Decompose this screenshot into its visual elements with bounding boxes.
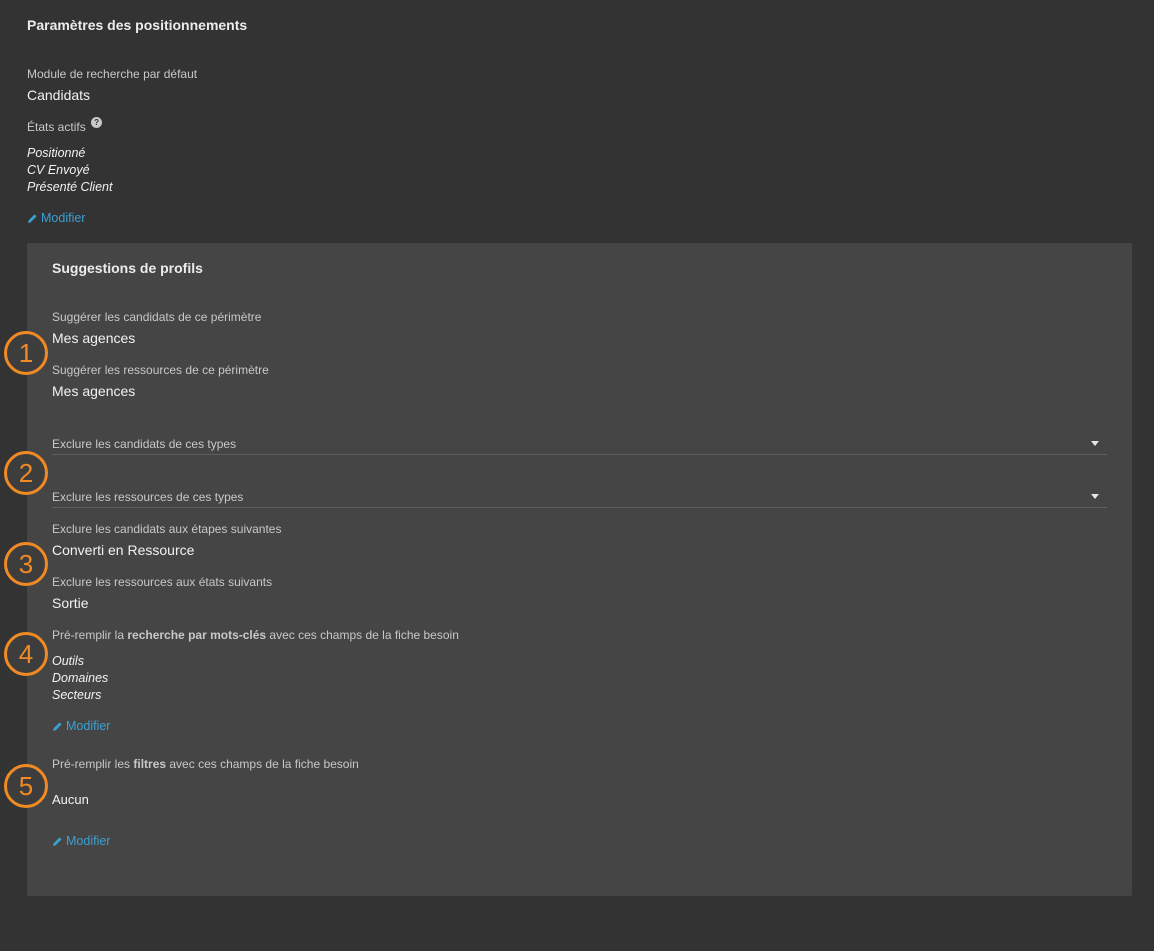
pencil-icon — [28, 213, 37, 223]
chevron-down-icon — [1091, 441, 1099, 446]
list-item: Domaines — [52, 671, 109, 685]
pencil-icon — [53, 721, 62, 731]
select-placeholder: Exclure les candidats de ces types — [52, 437, 237, 451]
keywords-prefill-label: Pré-remplir la recherche par mots-clés a… — [52, 628, 459, 642]
modify-keywords-button[interactable]: Modifier — [52, 719, 110, 733]
list-item: Outils — [52, 654, 84, 668]
filters-value: Aucun — [52, 792, 89, 807]
filters-label-post: avec ces champs de la fiche besoin — [166, 757, 359, 771]
active-states-list: Positionné CV Envoyé Présenté Client — [27, 145, 112, 196]
active-states-label-text: États actifs — [27, 120, 86, 134]
select-underline — [52, 507, 1107, 508]
exclude-candidate-steps-value: Converti en Ressource — [52, 542, 195, 558]
annotation-badge-1: 1 — [4, 331, 48, 375]
help-icon[interactable]: ? — [91, 117, 103, 128]
annotation-badge-4: 4 — [4, 632, 48, 676]
select-underline — [52, 454, 1107, 455]
select-placeholder: Exclure les ressources de ces types — [52, 490, 244, 504]
list-item: Présenté Client — [27, 180, 113, 194]
modify-label: Modifier — [41, 211, 86, 225]
annotation-badge-2: 2 — [4, 451, 48, 495]
exclude-resource-states-value: Sortie — [52, 595, 89, 611]
modify-label: Modifier — [66, 834, 111, 848]
section-title: Paramètres des positionnements — [27, 17, 248, 33]
exclude-candidate-steps-label: Exclure les candidats aux étapes suivant… — [52, 522, 282, 536]
default-module-label: Module de recherche par défaut — [27, 67, 198, 81]
list-item: CV Envoyé — [27, 163, 90, 177]
pencil-icon — [53, 836, 62, 846]
chevron-down-icon — [1091, 494, 1099, 499]
active-states-label: États actifs ? — [27, 117, 103, 134]
keywords-label-bold: recherche par mots-clés — [127, 628, 267, 642]
modify-filters-button[interactable]: Modifier — [52, 834, 110, 848]
keywords-fields-list: Outils Domaines Secteurs — [52, 653, 108, 704]
exclude-candidate-types-select[interactable]: Exclure les candidats de ces types — [52, 437, 1107, 455]
filters-prefill-label: Pré-remplir les filtres avec ces champs … — [52, 757, 359, 771]
filters-label-bold: filtres — [133, 757, 167, 771]
list-item: Positionné — [27, 146, 86, 160]
resources-scope-label: Suggérer les ressources de ce périmètre — [52, 363, 269, 377]
exclude-resource-types-select[interactable]: Exclure les ressources de ces types — [52, 490, 1107, 508]
resources-scope-value: Mes agences — [52, 383, 136, 399]
exclude-resource-states-label: Exclure les ressources aux états suivant… — [52, 575, 273, 589]
filters-label-pre: Pré-remplir les — [52, 757, 134, 771]
keywords-label-pre: Pré-remplir la — [52, 628, 128, 642]
suggestions-panel — [27, 243, 1132, 896]
default-module-value: Candidats — [27, 87, 91, 103]
modify-active-states-button[interactable]: Modifier — [27, 211, 85, 225]
candidates-scope-value: Mes agences — [52, 330, 136, 346]
suggestions-title: Suggestions de profils — [52, 260, 203, 276]
candidates-scope-label: Suggérer les candidats de ce périmètre — [52, 310, 262, 324]
annotation-badge-5: 5 — [4, 764, 48, 808]
positioning-settings-page: Paramètres des positionnements Module de… — [0, 0, 1154, 951]
keywords-label-post: avec ces champs de la fiche besoin — [266, 628, 459, 642]
annotation-badge-3: 3 — [4, 542, 48, 586]
list-item: Secteurs — [52, 688, 102, 702]
modify-label: Modifier — [66, 719, 111, 733]
